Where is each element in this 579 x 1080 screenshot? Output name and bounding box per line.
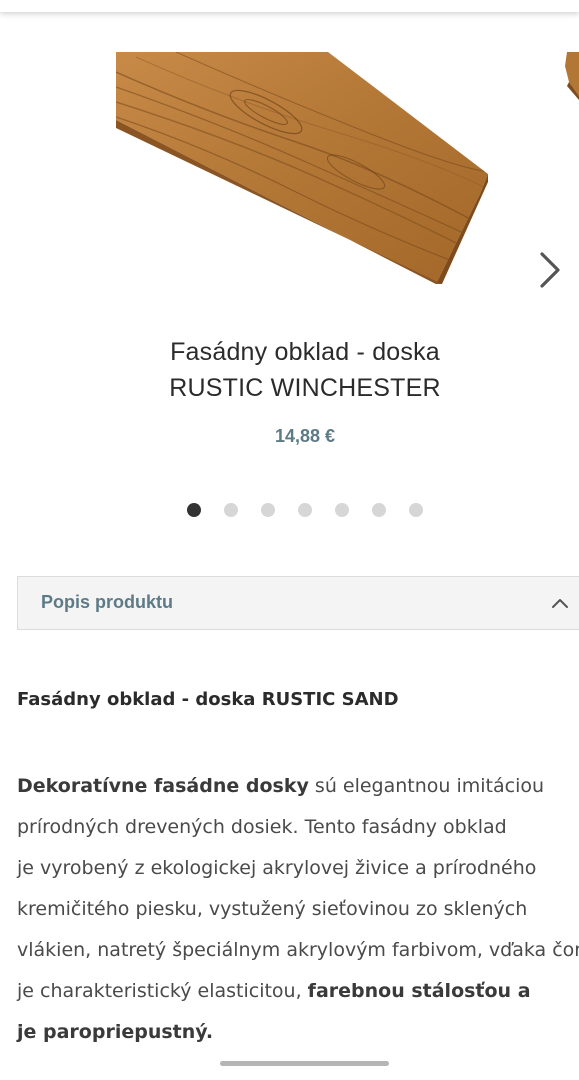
- description-line: Dekoratívne fasádne dosky sú elegantnou …: [17, 766, 579, 807]
- description-line: vlákien, natretý špeciálnym akrylovým fa…: [17, 930, 579, 971]
- product-price: 14,88 €: [274, 426, 336, 446]
- product-title-line-2: RUSTIC WINCHESTER: [169, 374, 441, 402]
- description-bold-text: Dekoratívne fasádne dosky: [17, 775, 309, 797]
- description-line: je vyrobený z ekologickej akrylovej živi…: [17, 848, 579, 889]
- accordion-title: Popis produktu: [41, 592, 173, 612]
- product-title-line-1: Fasádny obklad - doska: [170, 338, 440, 366]
- product-title[interactable]: Fasádny obklad - doska RUSTIC WINCHESTER: [40, 334, 570, 406]
- carousel-dot[interactable]: [261, 503, 275, 517]
- description-heading: Fasádny obklad - doska RUSTIC SAND: [17, 689, 399, 710]
- product-carousel[interactable]: Fasádny obklad - doska RUSTIC WINCHESTER…: [0, 12, 579, 532]
- carousel-pagination: [0, 503, 579, 517]
- product-description: Fasádny obklad - doska RUSTIC SAND Dekor…: [17, 686, 579, 1053]
- chevron-up-icon: [552, 599, 568, 608]
- description-text: prírodných drevených dosiek. Tento fasád…: [17, 816, 507, 838]
- description-line: je charakteristický elasticitou, farebno…: [17, 971, 579, 1012]
- description-bold-text: je paropriepustný.: [17, 1021, 214, 1043]
- home-indicator[interactable]: [220, 1061, 389, 1066]
- carousel-dot[interactable]: [224, 503, 238, 517]
- description-line: kremičitého piesku, vystužený sieťovinou…: [17, 889, 579, 930]
- description-text: sú elegantnou imitáciou: [308, 775, 545, 797]
- carousel-dot[interactable]: [372, 503, 386, 517]
- top-app-bar: [0, 0, 579, 12]
- carousel-next-button[interactable]: [530, 248, 570, 292]
- carousel-dot[interactable]: [298, 503, 312, 517]
- carousel-dot[interactable]: [187, 503, 201, 517]
- description-text: je vyrobený z ekologickej akrylovej živi…: [17, 857, 537, 879]
- chevron-right-icon: [540, 252, 560, 288]
- description-text: kremičitého piesku, vystužený sieťovinou…: [17, 898, 528, 920]
- description-text: je charakteristický elasticitou,: [17, 980, 308, 1002]
- description-body: Dekoratívne fasádne dosky sú elegantnou …: [17, 766, 579, 1053]
- next-product-image-peek: [565, 52, 579, 100]
- description-line: je paropriepustný.: [17, 1012, 579, 1053]
- description-text: vlákien, natretý špeciálnym akrylovým fa…: [17, 939, 579, 961]
- description-line: prírodných drevených dosiek. Tento fasád…: [17, 807, 579, 848]
- description-bold-text: farebnou stálosťou a: [307, 980, 531, 1002]
- carousel-dot[interactable]: [335, 503, 349, 517]
- carousel-dot[interactable]: [409, 503, 423, 517]
- product-image[interactable]: [116, 52, 494, 304]
- product-description-accordion[interactable]: Popis produktu: [17, 576, 579, 630]
